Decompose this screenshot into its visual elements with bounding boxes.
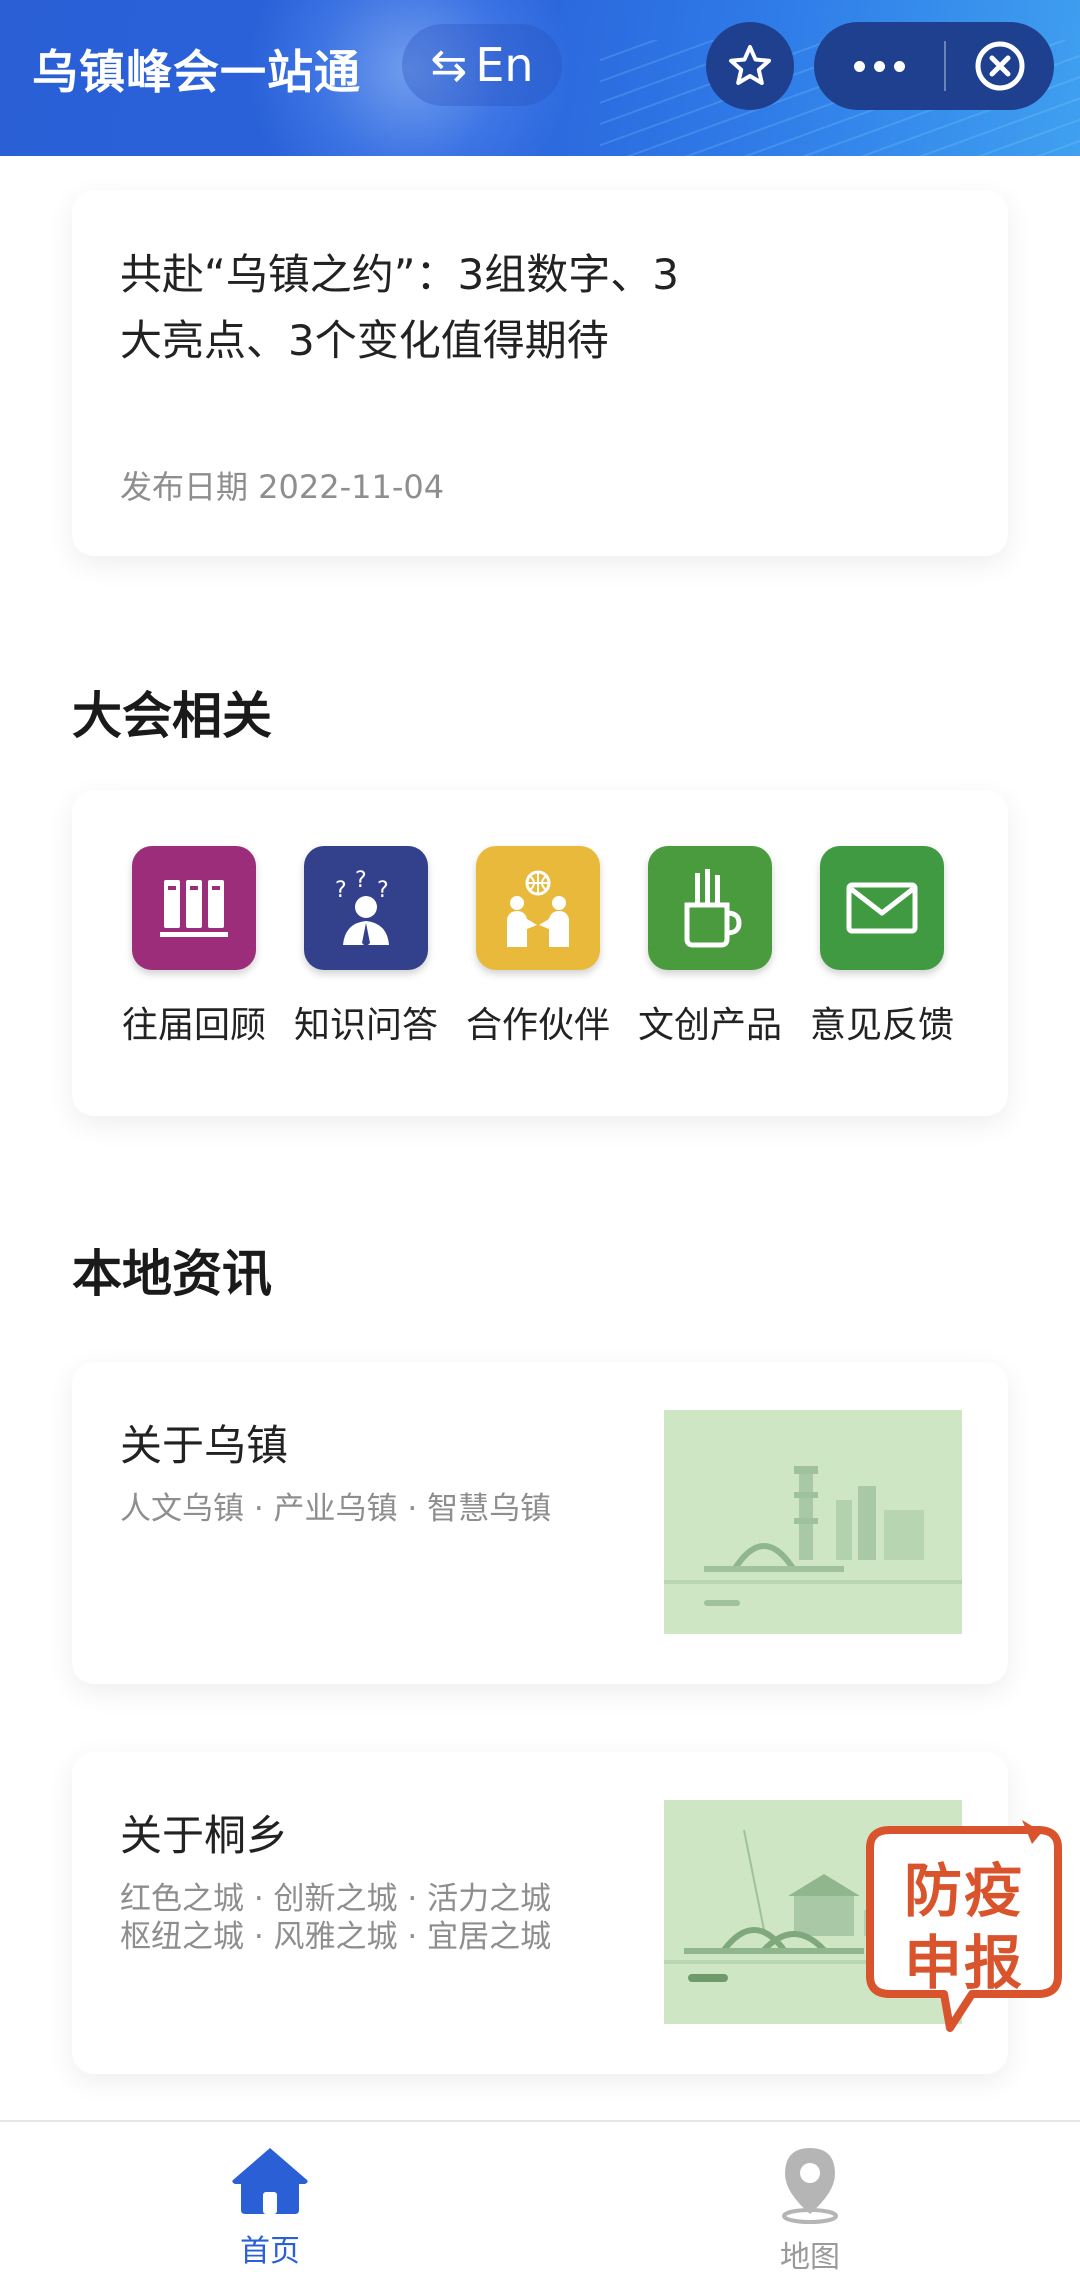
mini-program-capsule — [814, 22, 1054, 110]
language-label: En — [475, 38, 534, 92]
home-icon — [232, 2148, 308, 2214]
feature-partners[interactable]: 合作伙伴 — [452, 846, 624, 1048]
question-person-icon: ? ? ? — [304, 846, 428, 970]
map-pin-icon — [782, 2148, 838, 2224]
more-dots-icon[interactable] — [814, 22, 944, 110]
tab-label: 首页 — [240, 2234, 300, 2269]
app-header: 乌镇峰会一站通 ⇆ En — [0, 0, 1080, 156]
svg-text:?: ? — [335, 878, 347, 903]
news-card[interactable]: 共赴“乌镇之约”：3组数字、3大亮点、3个变化值得期待 发布日期 2022-11… — [72, 190, 1008, 556]
language-switch-button[interactable]: ⇆ En — [402, 24, 562, 106]
feature-qa[interactable]: ? ? ? 知识问答 — [280, 846, 452, 1048]
bottom-tab-bar: 首页 地图 — [0, 2120, 1080, 2278]
tab-map[interactable]: 地图 — [710, 2144, 910, 2276]
handshake-globe-icon — [476, 846, 600, 970]
close-button[interactable] — [946, 22, 1054, 110]
news-title: 共赴“乌镇之约”：3组数字、3大亮点、3个变化值得期待 — [120, 250, 679, 365]
svg-text:?: ? — [355, 868, 367, 893]
conference-features-card: 往届回顾 ? ? ? 知识问答 合作伙伴 文创产品 意见反馈 — [72, 790, 1008, 1116]
floating-badge-line2: 申报 — [903, 1929, 1024, 1997]
svg-text:?: ? — [377, 878, 389, 903]
local-card-title: 关于桐乡 — [120, 1811, 289, 1860]
news-date: 发布日期 2022-11-04 — [120, 468, 445, 506]
close-circle-icon — [975, 41, 1025, 91]
feature-creative-products[interactable]: 文创产品 — [624, 846, 796, 1048]
swap-arrows-icon: ⇆ — [430, 39, 468, 91]
local-card-title: 关于乌镇 — [120, 1421, 289, 1470]
tab-label: 地图 — [780, 2240, 840, 2275]
section-title-local: 本地资讯 — [72, 1245, 272, 1303]
favorite-button[interactable] — [706, 22, 794, 110]
envelope-icon — [820, 846, 944, 970]
feature-label: 意见反馈 — [809, 1005, 954, 1046]
feature-label: 合作伙伴 — [465, 1005, 610, 1046]
feature-label: 知识问答 — [293, 1005, 438, 1046]
pen-cup-icon — [648, 846, 772, 970]
tab-home[interactable]: 首页 — [170, 2144, 370, 2270]
feature-feedback[interactable]: 意见反馈 — [796, 846, 968, 1048]
app-title: 乌镇峰会一站通 — [32, 45, 361, 99]
feature-label: 文创产品 — [637, 1005, 782, 1046]
local-card-subtitle: 人文乌镇 · 产业乌镇 · 智慧乌镇 — [120, 1491, 552, 1527]
feature-past-review[interactable]: 往届回顾 — [108, 846, 280, 1048]
star-icon — [729, 45, 771, 85]
epidemic-report-floating-button[interactable]: 防疫 申报 — [852, 1818, 1072, 2038]
local-card-wuzhen[interactable]: 关于乌镇 人文乌镇 · 产业乌镇 · 智慧乌镇 — [72, 1362, 1008, 1684]
bookshelf-icon — [132, 846, 256, 970]
wuzhen-illustration — [664, 1410, 962, 1634]
section-title-conference: 大会相关 — [72, 687, 272, 745]
feature-label: 往届回顾 — [121, 1005, 266, 1046]
local-card-subtitle: 红色之城 · 创新之城 · 活力之城 枢纽之城 · 风雅之城 · 宜居之城 — [120, 1881, 552, 1955]
